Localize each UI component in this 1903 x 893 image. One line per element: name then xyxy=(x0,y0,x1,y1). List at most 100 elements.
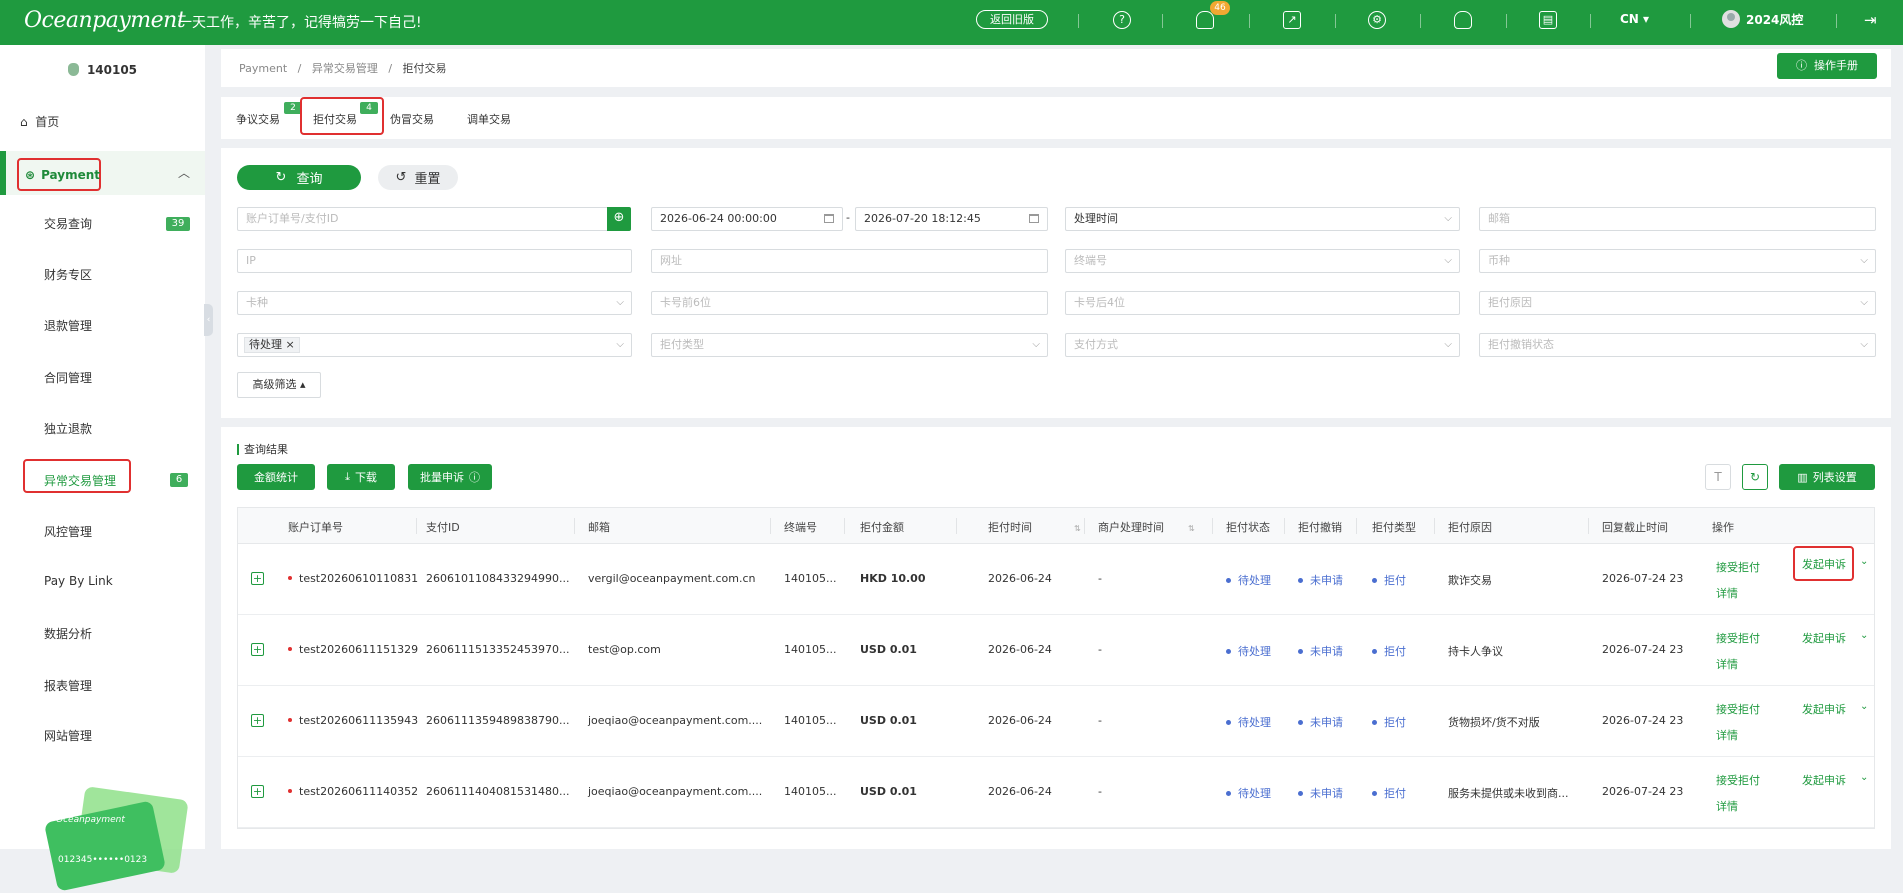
amount-stats-button[interactable]: 金额统计 xyxy=(237,464,315,490)
top-bar: Oceanpayment 一天工作，辛苦了，记得犒劳一下自己! 返回旧版 ? 4… xyxy=(0,0,1903,45)
sidebar-item-websites[interactable]: 网站管理 xyxy=(44,727,92,744)
reason-select[interactable]: 拒付原因 ⌵ xyxy=(1479,291,1876,315)
sidebar-item-contracts[interactable]: 合同管理 xyxy=(44,369,92,386)
reset-icon: ↺ xyxy=(395,170,407,185)
payment-method-select[interactable]: 支付方式 ⌵ xyxy=(1065,333,1460,357)
close-icon[interactable]: × xyxy=(286,338,295,351)
date-start-input[interactable]: 2026-06-24 00:00:00 xyxy=(651,207,843,231)
sidebar-item-abnormal[interactable]: 异常交易管理 xyxy=(44,472,116,489)
sidebar-item-reports[interactable]: 报表管理 xyxy=(44,677,92,694)
sidebar-item-transactions[interactable]: 交易查询 xyxy=(44,215,92,232)
accept-chargeback-link[interactable]: 接受拒付 xyxy=(1716,772,1760,788)
status-cell: 待处理 xyxy=(1226,572,1271,588)
refresh-icon[interactable]: ↻ xyxy=(1742,464,1768,490)
reset-button[interactable]: ↺ 重置 xyxy=(378,165,458,190)
card-type-select[interactable]: 卡种 ⌵ xyxy=(237,291,632,315)
text-size-icon[interactable]: T xyxy=(1705,464,1731,490)
results-panel: 查询结果 金额统计 ⤓ 下载 批量申诉 ⓘ T ↻ ▥ 列表设置 账户订单号 支付ID… xyxy=(221,427,1891,849)
terminal-cell: 140105... xyxy=(784,714,837,727)
detail-link[interactable]: 详情 xyxy=(1716,727,1738,743)
time-type-select[interactable]: 处理时间 ⌵ xyxy=(1065,207,1460,231)
appeal-link[interactable]: 发起申诉 xyxy=(1802,630,1846,646)
expand-icon[interactable]: + xyxy=(251,643,264,656)
language-selector[interactable]: CN ▾ xyxy=(1620,12,1649,26)
bell-icon[interactable] xyxy=(1196,11,1214,29)
accept-chargeback-link[interactable]: 接受拒付 xyxy=(1716,701,1760,717)
sidebar-item-pay-by-link[interactable]: Pay By Link xyxy=(44,574,113,588)
chevron-up-icon: ︿ xyxy=(178,166,191,180)
download-button[interactable]: ⤓ 下载 xyxy=(327,464,395,490)
sort-icon[interactable]: ⇅ xyxy=(1074,524,1081,533)
sidebar-item-home[interactable]: ⌂ 首页 xyxy=(20,113,59,130)
chevron-down-icon[interactable]: ⌄ xyxy=(1860,556,1868,567)
search-button[interactable]: ↻ 查询 xyxy=(237,165,361,190)
sidebar-item-refunds[interactable]: 退款管理 xyxy=(44,317,92,334)
advanced-filter-button[interactable]: 高级筛选 ▴ xyxy=(237,372,321,398)
headset-icon[interactable] xyxy=(1454,11,1472,29)
chevron-down-icon[interactable]: ⌄ xyxy=(1860,630,1868,641)
expand-icon[interactable]: + xyxy=(251,785,264,798)
appeal-link[interactable]: 发起申诉 xyxy=(1802,772,1846,788)
sidebar-item-risk[interactable]: 风控管理 xyxy=(44,523,92,540)
tab-chargeback[interactable]: 拒付交易 xyxy=(313,111,357,127)
accept-chargeback-link[interactable]: 接受拒付 xyxy=(1716,559,1760,575)
sidebar-collapse-handle[interactable]: ‹ xyxy=(204,304,213,336)
url-input[interactable]: 网址 xyxy=(651,249,1048,273)
type-cell: 拒付 xyxy=(1372,785,1406,801)
detail-link[interactable]: 详情 xyxy=(1716,656,1738,672)
column-settings-button[interactable]: ▥ 列表设置 xyxy=(1779,464,1875,490)
amount-cell: USD 0.01 xyxy=(860,714,917,727)
sidebar-item-analytics[interactable]: 数据分析 xyxy=(44,625,92,642)
tab-retrieval[interactable]: 调单交易 xyxy=(467,111,511,127)
old-version-button[interactable]: 返回旧版 xyxy=(976,10,1048,29)
order-search-input[interactable]: 账户订单号/支付ID xyxy=(237,207,609,231)
sidebar-item-finance[interactable]: 财务专区 xyxy=(44,266,92,283)
notification-badge: 46 xyxy=(1210,1,1230,15)
col-merchant-time[interactable]: 商户处理时间 ⇅ xyxy=(1098,519,1195,535)
appeal-link[interactable]: 发起申诉 xyxy=(1802,556,1846,572)
sort-icon[interactable]: ⇅ xyxy=(1188,524,1195,533)
status-select[interactable]: 待处理 × ⌵ xyxy=(237,333,632,357)
ip-input[interactable]: IP xyxy=(237,249,632,273)
printer-icon[interactable]: ▤ xyxy=(1539,11,1557,29)
breadcrumb-abnormal[interactable]: 异常交易管理 xyxy=(312,62,378,75)
card-first6-input[interactable]: 卡号前6位 xyxy=(651,291,1048,315)
cb-time-cell: 2026-06-24 xyxy=(988,714,1052,727)
email-input[interactable]: 邮箱 xyxy=(1479,207,1876,231)
type-cell: 拒付 xyxy=(1372,643,1406,659)
manual-button[interactable]: ⓘ 操作手册 xyxy=(1777,53,1877,79)
order-cell: test20260610110831 xyxy=(288,572,418,585)
col-email: 邮箱 xyxy=(588,521,610,534)
chevron-down-icon[interactable]: ⌄ xyxy=(1860,701,1868,712)
abnormal-badge: 6 xyxy=(170,473,188,487)
currency-select[interactable]: 币种 ⌵ xyxy=(1479,249,1876,273)
detail-link[interactable]: 详情 xyxy=(1716,798,1738,814)
add-circle-icon[interactable]: ⊕ xyxy=(607,207,631,231)
expand-icon[interactable]: + xyxy=(251,714,264,727)
expand-icon[interactable]: + xyxy=(251,572,264,585)
terminal-select[interactable]: 终端号 ⌵ xyxy=(1065,249,1460,273)
tab-dispute[interactable]: 争议交易 xyxy=(236,111,280,127)
appeal-link[interactable]: 发起申诉 xyxy=(1802,701,1846,717)
chevron-down-icon[interactable]: ⌄ xyxy=(1860,772,1868,783)
revoke-status-select[interactable]: 拒付撤销状态 ⌵ xyxy=(1479,333,1876,357)
external-link-icon[interactable]: ↗ xyxy=(1283,11,1301,29)
home-icon: ⌂ xyxy=(20,115,28,129)
col-cb-time[interactable]: 拒付时间 ⇅ xyxy=(988,519,1081,535)
detail-link[interactable]: 详情 xyxy=(1716,585,1738,601)
gear-icon[interactable]: ⚙ xyxy=(1368,11,1386,29)
chargeback-type-select[interactable]: 拒付类型 ⌵ xyxy=(651,333,1048,357)
order-cell: test20260611135943 xyxy=(288,714,418,727)
date-end-input[interactable]: 2026-07-20 18:12:45 xyxy=(855,207,1048,231)
sidebar-item-standalone-refund[interactable]: 独立退款 xyxy=(44,420,92,437)
accept-chargeback-link[interactable]: 接受拒付 xyxy=(1716,630,1760,646)
breadcrumb-payment[interactable]: Payment xyxy=(239,62,287,75)
tab-fraud[interactable]: 伪冒交易 xyxy=(390,111,434,127)
logout-icon[interactable]: ⇥ xyxy=(1864,11,1877,29)
card-last4-input[interactable]: 卡号后4位 xyxy=(1065,291,1460,315)
terminal-cell: 140105... xyxy=(784,572,837,585)
help-icon[interactable]: ? xyxy=(1113,11,1131,29)
user-menu[interactable]: 2024风控 xyxy=(1722,10,1803,28)
batch-appeal-button[interactable]: 批量申诉 ⓘ xyxy=(408,464,492,490)
sidebar-item-payment[interactable]: ⊛ Payment ︿ xyxy=(0,151,205,195)
